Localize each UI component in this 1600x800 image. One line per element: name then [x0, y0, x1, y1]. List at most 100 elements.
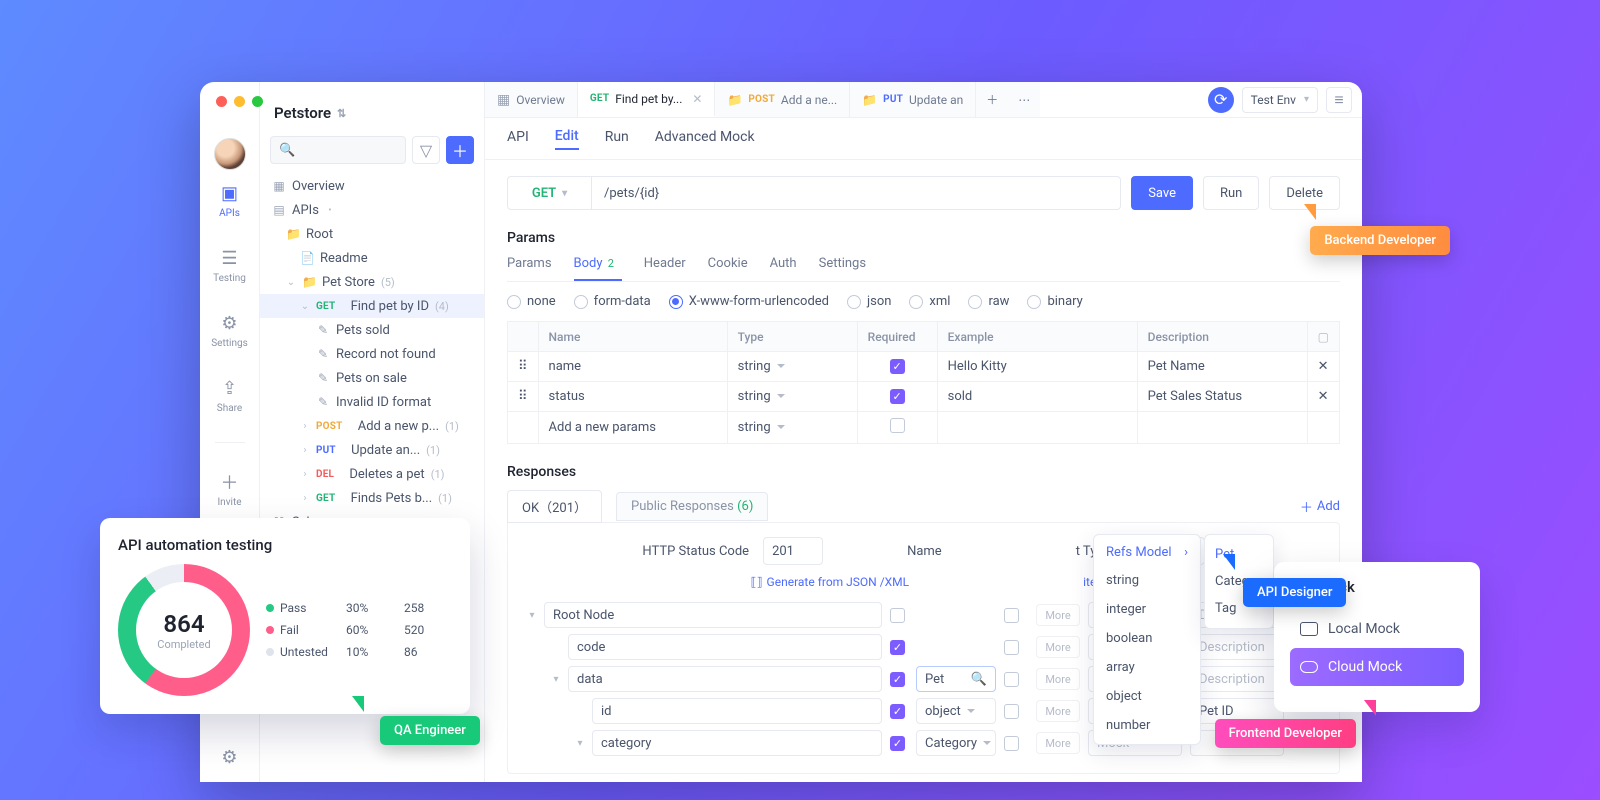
rail-settings[interactable]: ⚙ Settings — [207, 312, 253, 349]
tree-example[interactable]: ✎Invalid ID format — [260, 390, 484, 414]
param-example[interactable]: sold — [937, 382, 1137, 412]
menu-button[interactable]: ≡ — [1326, 87, 1352, 113]
drag-handle-icon[interactable]: ⠿ — [508, 352, 539, 382]
ptab-body[interactable]: Body 2 — [574, 256, 622, 281]
tab-update[interactable]: 📁PUTUpdate an — [850, 82, 976, 117]
refs-sub-item[interactable]: Pet — [1205, 541, 1273, 568]
refs-item[interactable]: number — [1094, 711, 1200, 740]
add-button[interactable]: ＋ — [446, 136, 474, 164]
required-checkbox[interactable]: ✓ — [890, 389, 905, 404]
schema-flag-checkbox[interactable] — [1004, 608, 1019, 623]
refs-item[interactable]: array — [1094, 653, 1200, 682]
ptab-params[interactable]: Params — [507, 256, 552, 281]
rail-invite[interactable]: ＋ Invite — [207, 471, 253, 508]
ptab-auth[interactable]: Auth — [770, 256, 797, 281]
tab-more[interactable]: ⋯ — [1008, 82, 1040, 117]
gear-icon[interactable]: ⚙ — [219, 746, 241, 768]
schema-name-cell[interactable]: id — [522, 698, 882, 724]
tree-find-pet[interactable]: ⌄GET Find pet by ID (4) — [260, 294, 484, 318]
rail-apis[interactable]: ▣ APIs — [207, 182, 253, 219]
tab-overview[interactable]: ▦Overview — [485, 82, 578, 117]
cloud-mock-option[interactable]: Cloud Mock — [1290, 648, 1464, 686]
tree-update[interactable]: ›PUT Update an... (1) — [260, 438, 484, 462]
delete-row-icon[interactable]: ✕ — [1307, 352, 1339, 382]
avatar[interactable] — [214, 138, 246, 170]
run-button[interactable]: Run — [1203, 176, 1259, 210]
tab-find-pet[interactable]: GETFind pet by...✕ — [578, 82, 716, 117]
tab-add-blank[interactable]: ＋ — [976, 82, 1008, 117]
tree-apis[interactable]: ▤APIs• — [260, 198, 484, 222]
project-switcher[interactable]: Petstore ⇅ — [260, 100, 484, 136]
tree-example[interactable]: ✎Pets sold — [260, 318, 484, 342]
param-type[interactable]: string — [727, 382, 857, 412]
env-selector[interactable]: Test Env▾ — [1242, 87, 1318, 113]
refs-item[interactable]: string — [1094, 566, 1200, 595]
resp-tab-ok[interactable]: OK（201） — [507, 490, 602, 523]
schema-more[interactable]: More — [1036, 668, 1080, 690]
filter-button[interactable]: ▽ — [412, 136, 440, 164]
tab-add-new[interactable]: 📁POSTAdd a ne... — [715, 82, 850, 117]
generate-link[interactable]: ⟦⟧Generate from JSON /XML — [751, 575, 909, 589]
schema-name-cell[interactable]: ▾Root Node — [522, 602, 882, 628]
param-name[interactable]: status — [538, 382, 727, 412]
tree-finds[interactable]: ›GET Finds Pets b... (1) — [260, 486, 484, 510]
schema-checkbox[interactable]: ✓ — [890, 672, 905, 687]
twist-icon[interactable]: ▾ — [526, 610, 538, 621]
sidebar-search[interactable]: 🔍 — [270, 136, 406, 164]
refs-item[interactable]: integer — [1094, 595, 1200, 624]
refs-item[interactable]: boolean — [1094, 624, 1200, 653]
schema-name-cell[interactable]: ▾category — [522, 730, 882, 756]
encoding-radio[interactable]: none — [507, 294, 556, 309]
schema-flag-checkbox[interactable] — [1004, 672, 1019, 687]
schema-more[interactable]: More — [1036, 636, 1080, 658]
schema-name-cell[interactable]: code — [522, 634, 882, 660]
twist-icon[interactable]: ▾ — [550, 674, 562, 685]
schema-checkbox[interactable] — [890, 608, 905, 623]
delete-row-icon[interactable]: ✕ — [1307, 382, 1339, 412]
param-type[interactable]: string — [727, 352, 857, 382]
tree-delete[interactable]: ›DEL Deletes a pet (1) — [260, 462, 484, 486]
param-example[interactable]: Hello Kitty — [937, 352, 1137, 382]
schema-checkbox[interactable]: ✓ — [890, 704, 905, 719]
param-description[interactable]: Pet Name — [1137, 352, 1307, 382]
minimize-window-icon[interactable] — [234, 96, 245, 107]
close-icon[interactable]: ✕ — [692, 92, 702, 106]
required-checkbox[interactable]: ✓ — [890, 359, 905, 374]
required-checkbox[interactable] — [890, 418, 905, 433]
resp-tab-public[interactable]: Public Responses (6) — [616, 492, 768, 521]
tree-root[interactable]: 📁Root — [260, 222, 484, 246]
subtab-advanced-mock[interactable]: Advanced Mock — [655, 129, 755, 149]
schema-more[interactable]: More — [1036, 604, 1080, 626]
schema-type[interactable]: object — [916, 698, 996, 724]
param-name[interactable]: name — [538, 352, 727, 382]
ptab-header[interactable]: Header — [644, 256, 686, 281]
url-input[interactable]: /pets/{id} — [592, 177, 1120, 209]
subtab-edit[interactable]: Edit — [555, 128, 579, 150]
param-description[interactable]: Pet Sales Status — [1137, 382, 1307, 412]
tree-add-new[interactable]: ›POST Add a new p... (1) — [260, 414, 484, 438]
method-selector[interactable]: GET▾ — [508, 177, 592, 209]
schema-flag-checkbox[interactable] — [1004, 640, 1019, 655]
encoding-radio[interactable]: form-data — [574, 294, 651, 309]
schema-type[interactable]: Pet 🔍 — [916, 666, 996, 692]
tree-readme[interactable]: 📄Readme — [260, 246, 484, 270]
resp-add[interactable]: ＋Add — [1300, 497, 1340, 516]
tree-petstore[interactable]: ⌄📁Pet Store (5) — [260, 270, 484, 294]
encoding-radio[interactable]: X-www-form-urlencoded — [669, 294, 829, 309]
encoding-radio[interactable]: binary — [1027, 294, 1082, 309]
param-row-add[interactable]: Add a new params string — [508, 412, 1340, 444]
schema-more[interactable]: More — [1036, 700, 1080, 722]
drag-handle-icon[interactable]: ⠿ — [508, 382, 539, 412]
encoding-radio[interactable]: xml — [909, 294, 950, 309]
tree-overview[interactable]: ▦Overview — [260, 174, 484, 198]
rail-share[interactable]: ⇪ Share — [207, 377, 253, 414]
encoding-radio[interactable]: raw — [968, 294, 1009, 309]
schema-checkbox[interactable]: ✓ — [890, 736, 905, 751]
type-cell[interactable]: string — [727, 412, 857, 444]
schema-type[interactable]: Category — [916, 730, 996, 756]
schema-checkbox[interactable]: ✓ — [890, 640, 905, 655]
encoding-radio[interactable]: json — [847, 294, 891, 309]
rail-testing[interactable]: ☰ Testing — [207, 247, 253, 284]
schema-flag-checkbox[interactable] — [1004, 736, 1019, 751]
twist-icon[interactable]: ▾ — [574, 738, 586, 749]
